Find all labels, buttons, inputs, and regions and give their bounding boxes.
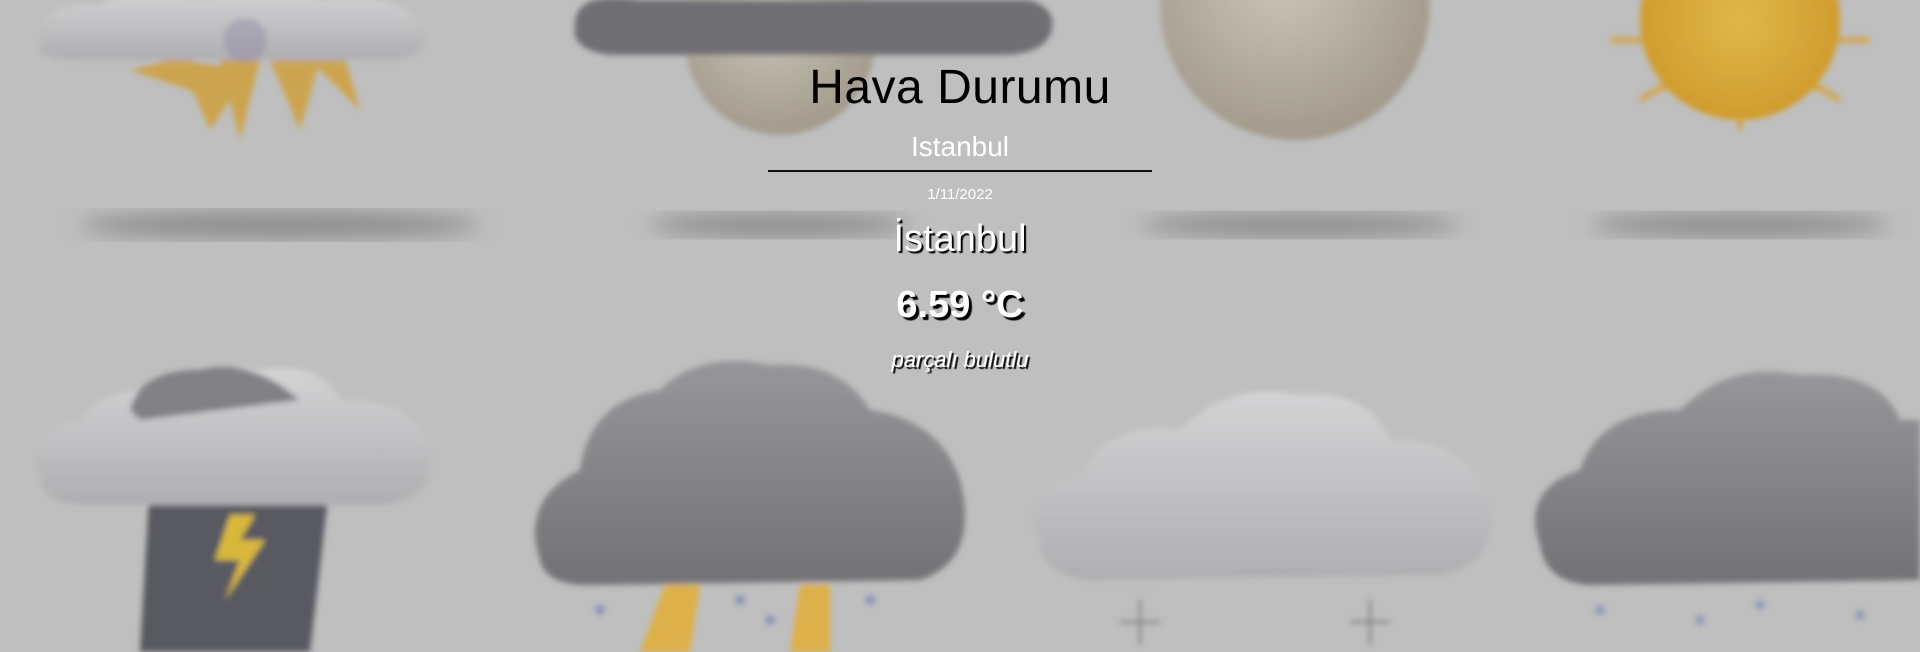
weather-date: 1/11/2022 [927,186,993,203]
city-search-input[interactable] [768,124,1152,172]
weather-app: Hava Durumu 1/11/2022 İstanbul 6.59 °C p… [0,0,1920,652]
weather-description: parçalı bulutlu [891,347,1029,372]
weather-temperature: 6.59 °C [896,284,1024,326]
page-title: Hava Durumu [809,61,1111,114]
weather-city-name: İstanbul [893,218,1027,260]
